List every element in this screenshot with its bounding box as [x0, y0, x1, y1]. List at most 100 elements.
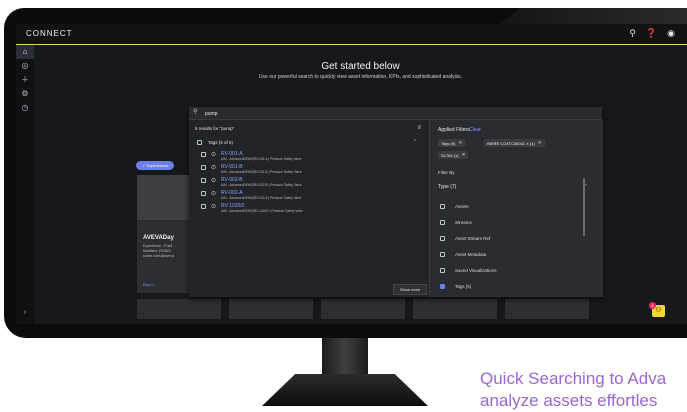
type-filter-label: Type (7)	[438, 184, 457, 190]
type-option[interactable]: Tags (5)	[440, 284, 471, 289]
result-item[interactable]: ⊙ RV-001-B AIM - AdvancedDEMO|RV-001-B |…	[201, 165, 421, 175]
home-icon[interactable]: ⌂	[16, 45, 34, 59]
type-option-label: Tags (5)	[455, 284, 472, 289]
search-icon: ⚲	[193, 109, 198, 115]
result-path: AIM - AdvancedDEMO|RV-002-A | Pressure S…	[221, 196, 302, 200]
globe-icon[interactable]: ◎	[16, 59, 34, 73]
close-icon[interactable]: ✕	[538, 140, 542, 146]
type-option[interactable]: Assets	[440, 204, 469, 209]
sidebar: ⌂ ◎ ＋ ⚙ ◷ ›	[16, 45, 34, 324]
type-option[interactable]: Asset Metadata	[440, 252, 486, 257]
caption-line: Quick Searching to Adva	[480, 369, 667, 388]
filters-panel: Applied Filters Clear Tags (5) ✕ INERS CO…	[429, 120, 603, 297]
card-meta: Experience - Publi Modified: 29/05/2 rub…	[143, 244, 174, 259]
filter-icon[interactable]: ≡	[417, 125, 421, 131]
monitor-sheen	[500, 8, 687, 24]
result-checkbox[interactable]	[201, 178, 206, 183]
page-subtitle: Use our powerful search to quickly view …	[258, 74, 463, 80]
type-option[interactable]: Streams	[440, 220, 472, 225]
result-item[interactable]: ⊙ RV-002-A AIM - AdvancedDEMO|RV-002-A |…	[201, 191, 421, 201]
results-count: 5 results for "pump"	[195, 126, 235, 131]
search-panel: ⚲ 5 results for "pump" ≡ Tags (5 of 5) ⌃…	[189, 107, 603, 297]
result-item[interactable]: ⊙ RV-1020/2 AIM - AdvancedDEMO|RV-1020/2…	[201, 204, 421, 214]
page-title: Get started below	[321, 61, 400, 72]
marketing-caption: Quick Searching to Adva analyze assets e…	[480, 368, 687, 412]
monitor-stand-base	[262, 374, 428, 406]
result-item[interactable]: ⊙ RV-002-B AIM - AdvancedDEMO|RV-002-B |…	[201, 178, 421, 188]
result-path: AIM - AdvancedDEMO|RV-002-B | Pressure S…	[221, 183, 302, 187]
experience-card[interactable]	[321, 299, 405, 319]
card-title: AVEVADay	[143, 235, 174, 241]
account-icon[interactable]: ◉	[667, 28, 675, 39]
filters-scrollbar[interactable]	[583, 178, 585, 236]
app-logo[interactable]: CONNECT	[26, 29, 73, 38]
group-checkbox[interactable]	[197, 139, 202, 145]
type-option[interactable]: Saved Visualizations	[440, 268, 496, 273]
main-area: Get started below Use our powerful searc…	[34, 45, 687, 324]
result-path: AIM - AdvancedDEMO|RV-1020/2 | Pressure …	[221, 209, 303, 213]
experience-card[interactable]	[413, 299, 497, 319]
filter-pill[interactable]: SL764 (1) ✕	[438, 151, 469, 159]
search-icon[interactable]: ⚲	[629, 28, 636, 39]
type-filter-header[interactable]: Type (7) ⌃	[438, 184, 588, 190]
tag-icon: ⊙	[211, 204, 217, 210]
close-icon[interactable]: ✕	[458, 140, 462, 146]
monitor-stand-neck	[322, 338, 368, 378]
group-label: Tags (5 of 5)	[208, 139, 234, 145]
result-path: AIM - AdvancedDEMO|RV-001-B | Pressure S…	[221, 170, 302, 174]
experiences-chip[interactable]: ✓ Experiences	[136, 161, 175, 170]
filter-pill[interactable]: INERS CO4TC30041 X (1) ✕	[484, 139, 545, 147]
tag-icon: ⊙	[211, 152, 217, 158]
search-input[interactable]	[203, 109, 587, 119]
applied-filters-label: Applied Filters	[438, 127, 470, 133]
result-checkbox[interactable]	[201, 152, 206, 157]
run-button[interactable]: Run ▷	[143, 282, 155, 287]
type-option[interactable]: Asset Stream Ref	[440, 236, 490, 241]
type-checkbox[interactable]	[440, 204, 445, 209]
type-option-label: Streams	[455, 220, 472, 225]
experience-card[interactable]	[229, 299, 313, 319]
app-screen: CONNECT ⚲ ❓ ◉ ⌂ ◎ ＋ ⚙ ◷ › Get started be…	[16, 24, 687, 324]
search-bar: ⚲	[189, 107, 602, 120]
filter-pill-label: SL764 (1)	[441, 152, 459, 158]
filter-pill[interactable]: Tags (5) ✕	[438, 139, 466, 147]
card-meta-line: ruben.roels@aveva	[143, 254, 175, 258]
plus-icon[interactable]: ＋	[16, 73, 34, 87]
type-checkbox[interactable]	[440, 252, 445, 257]
result-checkbox[interactable]	[201, 191, 206, 196]
clear-filters-link[interactable]: Clear	[469, 127, 481, 133]
results-group-header[interactable]: Tags (5 of 5) ⌃	[197, 139, 417, 145]
type-checkbox[interactable]	[440, 220, 445, 225]
result-checkbox[interactable]	[201, 204, 206, 209]
filter-pill-label: INERS CO4TC30041 X (1)	[487, 140, 535, 146]
chevron-right-icon[interactable]: ›	[16, 309, 34, 316]
help-icon[interactable]: ❓	[646, 28, 657, 39]
type-checkbox[interactable]	[440, 284, 445, 289]
experience-cards-row-2	[137, 299, 589, 319]
tag-icon: ⊙	[211, 178, 217, 184]
experience-card[interactable]	[505, 299, 589, 319]
filter-by-label: Filter By	[438, 170, 455, 175]
type-option-label: Asset Stream Ref	[455, 236, 491, 241]
filter-pill-label: Tags (5)	[441, 140, 456, 146]
type-option-label: Asset Metadata	[455, 252, 487, 257]
chip-label: Experiences	[146, 163, 169, 168]
close-icon[interactable]: ✕	[462, 152, 466, 158]
type-option-label: Assets	[455, 204, 469, 209]
top-icons: ⚲ ❓ ◉	[629, 28, 675, 39]
type-checkbox[interactable]	[440, 236, 445, 241]
show-more-button[interactable]: Show more	[393, 284, 428, 295]
result-path: AIM - AdvancedDEMO|RV-001-A | Pressure S…	[221, 157, 302, 161]
result-item[interactable]: ⊙ RV-001-A AIM - AdvancedDEMO|RV-001-A |…	[201, 152, 421, 162]
search-results: 5 results for "pump" ≡ Tags (5 of 5) ⌃ ⊙…	[189, 120, 429, 297]
top-bar: CONNECT ⚲ ❓ ◉	[16, 24, 687, 45]
experience-card[interactable]	[137, 299, 221, 319]
history-icon[interactable]: ◷	[16, 101, 34, 115]
type-checkbox[interactable]	[440, 268, 445, 273]
notification-badge: 4	[649, 302, 656, 309]
type-option-label: Saved Visualizations	[455, 268, 497, 273]
caption-line: analyze assets effortles	[480, 391, 658, 410]
chevron-up-icon[interactable]: ⌃	[413, 139, 417, 145]
result-checkbox[interactable]	[201, 165, 206, 170]
settings-icon[interactable]: ⚙	[16, 87, 34, 101]
